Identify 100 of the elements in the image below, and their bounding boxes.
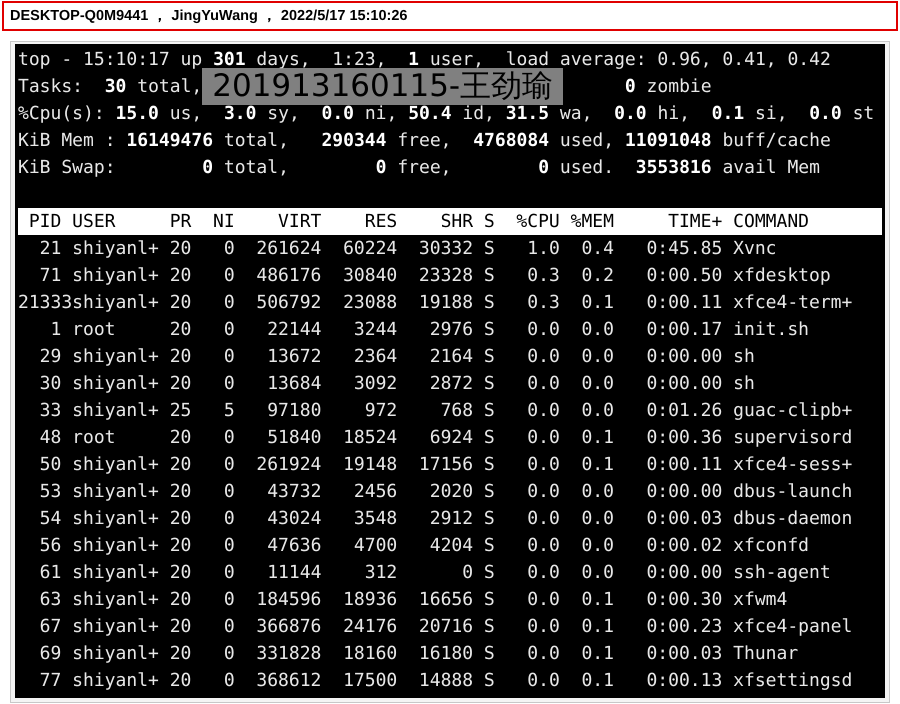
table-cell-text: 0.0 <box>526 426 561 450</box>
table-cell-text: 97180 <box>266 399 322 423</box>
swap-line: KiB Swap: 0 total, 0 free, 0 used. 3553816 avail Mem <box>18 156 821 180</box>
table-cell-text: S <box>484 615 496 639</box>
table-cell-text: xfwm4 <box>733 588 788 612</box>
table-cell-text: 0:00.50 <box>645 264 724 288</box>
table-cell-text: S <box>484 561 496 585</box>
table-cell-text: S <box>484 453 496 477</box>
table-cell-text: 20 <box>170 291 192 315</box>
table-cell-text: 20 <box>170 507 192 531</box>
table-cell-text: 16656 <box>418 588 474 612</box>
table-cell-text: 0 <box>222 453 236 477</box>
table-cell-text: xfsettingsd <box>733 669 854 693</box>
table-cell-text: 24176 <box>342 615 398 639</box>
table-cell-text: 0 <box>222 507 236 531</box>
table-cell-text: 0.0 <box>580 318 615 342</box>
table-cell-text: xfce4-sess+ <box>733 453 854 477</box>
table-cell-text: 506792 <box>255 291 322 315</box>
table-cell-text: xfconfd <box>733 534 810 558</box>
table-cell-text: S <box>484 291 496 315</box>
table-cell-text: 17500 <box>342 669 398 693</box>
table-cell-text: 0 <box>222 615 236 639</box>
table-cell-text: 21 <box>38 237 62 261</box>
table-cell-text: 21333 <box>18 291 72 315</box>
table-cell-text: sh <box>733 372 756 396</box>
table-cell-text: 43732 <box>266 480 322 504</box>
table-cell-text: 0:00.02 <box>645 534 724 558</box>
table-cell-text: 30 <box>38 372 62 396</box>
table-cell-text: S <box>484 480 496 504</box>
table-cell-text: 63 <box>38 588 62 612</box>
table-cell-text: 30332 <box>418 237 474 261</box>
table-cell-text: 768 <box>440 399 474 423</box>
table-cell-text: 0:01.26 <box>645 399 724 423</box>
table-cell-text: 4204 <box>428 534 474 558</box>
column-header: %CPU <box>515 210 561 234</box>
table-cell-text: S <box>484 669 496 693</box>
table-cell-text: 1.0 <box>526 237 561 261</box>
table-cell-text: 20 <box>170 237 192 261</box>
table-cell-text: 2020 <box>428 480 474 504</box>
table-cell-text: 486176 <box>255 264 322 288</box>
table-cell-text: root <box>72 426 117 450</box>
table-cell-text: 0:45.85 <box>645 237 724 261</box>
table-cell-text: 0 <box>222 264 236 288</box>
table-cell-text: 47636 <box>266 534 322 558</box>
table-cell-text: 2976 <box>428 318 474 342</box>
table-cell-text: S <box>484 345 496 369</box>
table-cell-text: shiyanl+ <box>72 588 160 612</box>
table-cell-text: 0.0 <box>526 534 561 558</box>
table-cell-text: 0 <box>222 291 236 315</box>
table-cell-text: 48 <box>38 426 62 450</box>
table-cell-text: 0:00.17 <box>645 318 724 342</box>
table-cell-text: shiyanl+ <box>72 372 160 396</box>
memory-line: KiB Mem : 16149476 total, 290344 free, 4768084 used, 11091048 buff/cache <box>18 129 832 153</box>
table-cell-text: 0.0 <box>526 480 561 504</box>
table-cell-text: 0.1 <box>580 669 615 693</box>
table-cell-text: 3548 <box>352 507 398 531</box>
table-cell-text: dbus-launch <box>733 480 854 504</box>
table-cell-text: 71 <box>38 264 62 288</box>
table-cell-text: 25 <box>170 399 192 423</box>
table-cell-text: 53 <box>38 480 62 504</box>
table-cell-text: shiyanl+ <box>72 345 160 369</box>
table-cell-text: 13684 <box>266 372 322 396</box>
table-cell-text: 972 <box>364 399 398 423</box>
table-cell-text: 0.1 <box>580 426 615 450</box>
table-cell-text: 312 <box>364 561 398 585</box>
column-header: VIRT <box>277 210 322 234</box>
table-cell-text: 0 <box>222 426 236 450</box>
table-cell-text: shiyanl+ <box>72 291 160 315</box>
table-cell-text: 3092 <box>352 372 398 396</box>
table-cell-text: 23328 <box>418 264 474 288</box>
table-cell-text: 331828 <box>255 642 322 666</box>
table-cell-text: shiyanl+ <box>72 507 160 531</box>
table-cell-text: 261924 <box>255 453 322 477</box>
table-cell-text: 20 <box>170 534 192 558</box>
table-cell-text: 2872 <box>428 372 474 396</box>
table-cell-text: 366876 <box>255 615 322 639</box>
table-cell-text: 0.0 <box>580 372 615 396</box>
table-cell-text: 16180 <box>418 642 474 666</box>
table-cell-text: 18524 <box>342 426 398 450</box>
table-cell-text: supervisord <box>733 426 854 450</box>
uptime-line: top - 15:10:17 up 301 days, 1:23, 1 user, load average: 0.96, 0.41, 0.42 <box>18 48 832 71</box>
table-cell-text: 0:00.00 <box>645 345 724 369</box>
table-cell-text: 0.0 <box>526 642 561 666</box>
table-cell-text: 0.0 <box>526 345 561 369</box>
table-cell-text: 0 <box>461 561 474 585</box>
table-cell-text: 0.1 <box>580 588 615 612</box>
table-cell-text: 0.1 <box>580 453 615 477</box>
zombie-count: 0 zombie <box>624 75 712 99</box>
table-cell-text: S <box>484 588 496 612</box>
table-cell-text: 19148 <box>342 453 398 477</box>
column-header: TIME+ <box>667 210 724 234</box>
table-cell-text: ssh-agent <box>733 561 832 585</box>
table-cell-text: 2912 <box>428 507 474 531</box>
table-cell-text: 1 <box>50 318 62 342</box>
table-cell-text: 13672 <box>266 345 322 369</box>
title-bar: DESKTOP-Q0M9441 ， JingYuWang ， 2022/5/17 15:10:26 <box>2 1 898 31</box>
table-cell-text: 0.0 <box>526 507 561 531</box>
table-cell-text: 2364 <box>352 345 398 369</box>
table-cell-text: 77 <box>38 669 62 693</box>
table-cell-text: 54 <box>38 507 62 531</box>
